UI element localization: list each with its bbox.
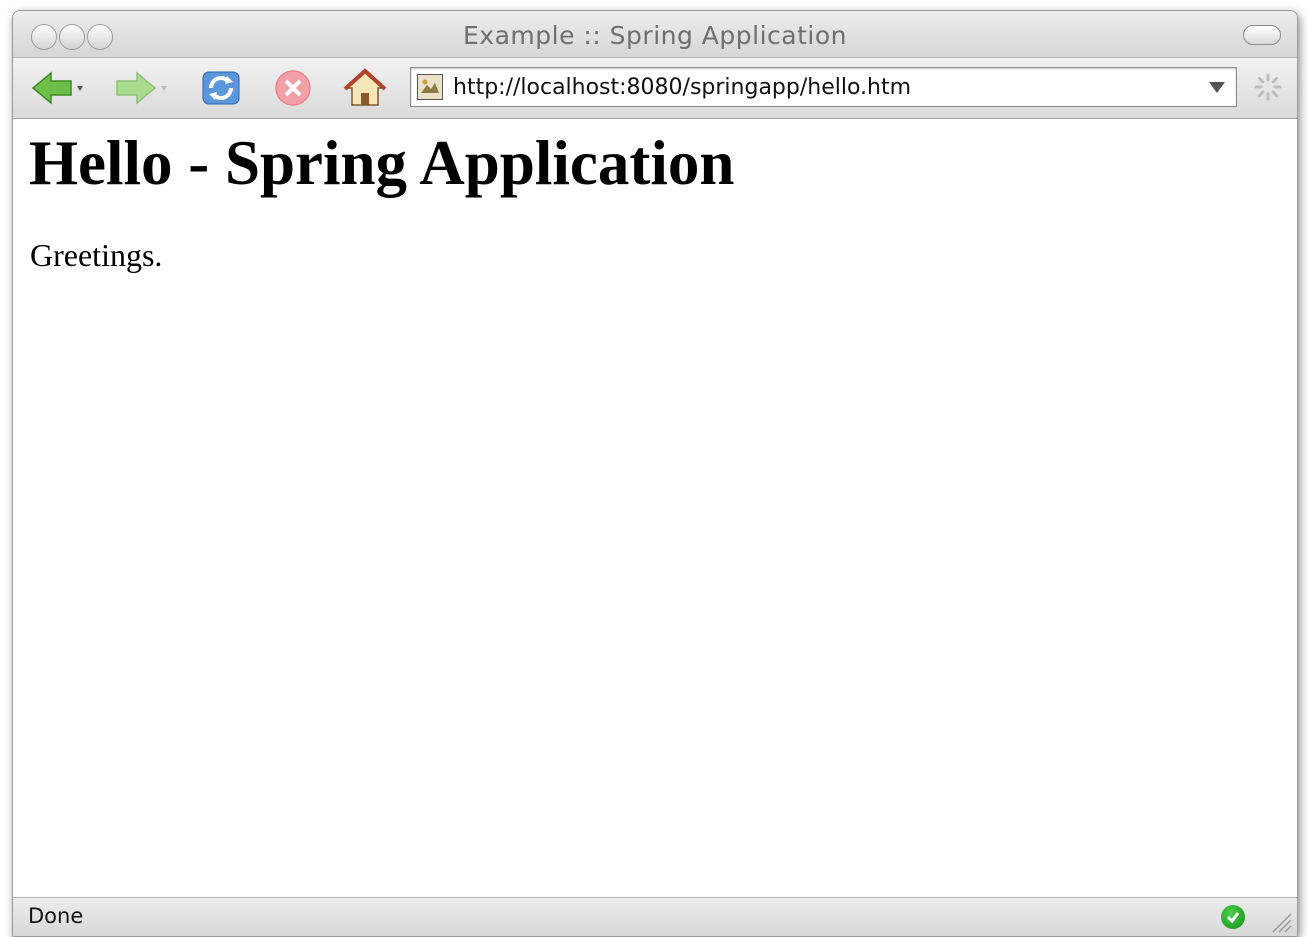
back-button[interactable] bbox=[29, 68, 87, 108]
toolbar-toggle-button[interactable] bbox=[1243, 25, 1281, 45]
forward-arrow-icon bbox=[116, 71, 167, 105]
page-content: Hello - Spring Application Greetings. bbox=[13, 119, 1297, 897]
forward-button[interactable] bbox=[113, 68, 171, 108]
check-icon bbox=[1221, 905, 1245, 929]
stop-button[interactable] bbox=[271, 68, 315, 108]
reload-icon bbox=[202, 71, 240, 105]
home-button[interactable] bbox=[343, 68, 387, 108]
page-body-text: Greetings. bbox=[30, 237, 163, 273]
status-text: Done bbox=[28, 904, 84, 928]
reload-button[interactable] bbox=[199, 68, 243, 108]
loading-throbber-icon bbox=[1254, 73, 1282, 101]
stop-icon bbox=[275, 70, 311, 106]
navigation-toolbar: http://localhost:8080/springapp/hello.ht… bbox=[13, 58, 1297, 119]
resize-grip-icon[interactable] bbox=[1267, 904, 1293, 934]
site-favicon-icon bbox=[417, 74, 443, 100]
url-text[interactable]: http://localhost:8080/springapp/hello.ht… bbox=[453, 75, 911, 100]
address-bar[interactable]: http://localhost:8080/springapp/hello.ht… bbox=[410, 67, 1237, 107]
status-bar: Done bbox=[13, 897, 1297, 936]
url-dropdown-icon[interactable] bbox=[1208, 80, 1226, 94]
title-bar: Example :: Spring Application bbox=[13, 11, 1297, 58]
back-arrow-icon bbox=[31, 71, 83, 105]
browser-window: Example :: Spring Application http://loc… bbox=[12, 10, 1298, 937]
home-icon bbox=[343, 68, 387, 106]
page-heading: Hello - Spring Application bbox=[29, 128, 735, 198]
window-title: Example :: Spring Application bbox=[462, 21, 847, 50]
